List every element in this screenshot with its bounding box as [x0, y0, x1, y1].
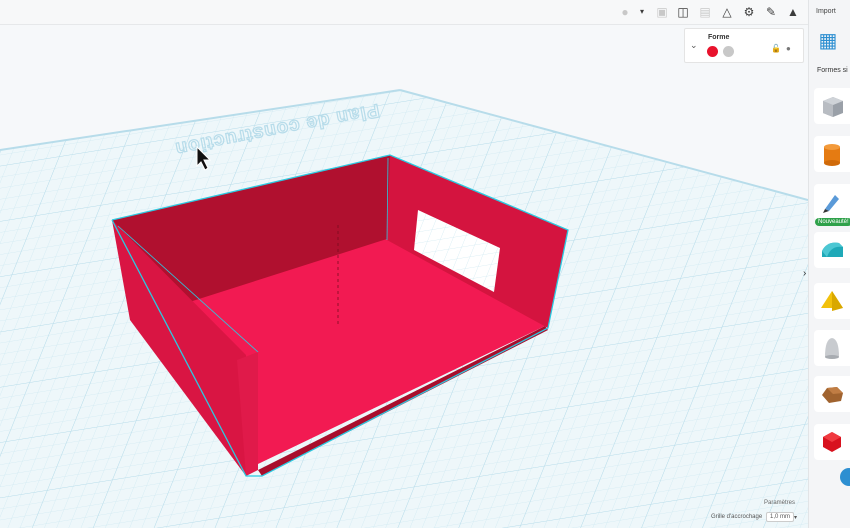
top-toolbar: ● ▾ ▣ ◫ ▤ △ ⚙ ✎ ▲	[0, 0, 808, 25]
rock-shape-icon[interactable]	[814, 376, 850, 412]
paraboloid-shape-icon[interactable]	[814, 330, 850, 366]
scribble-shape-icon[interactable]	[814, 184, 850, 220]
chevron-down-icon[interactable]: ⌄	[690, 40, 698, 51]
lightbulb-icon[interactable]: ●	[617, 4, 633, 20]
grid-view-icon[interactable]: ▦	[817, 30, 839, 52]
roof-shape-icon[interactable]	[814, 232, 850, 268]
mirror-icon[interactable]: △	[719, 4, 735, 20]
shapes-category-label[interactable]: Formes si	[817, 67, 848, 74]
cruise-icon[interactable]: ⚙	[741, 4, 757, 20]
ungroup-icon[interactable]: ◫	[675, 4, 691, 20]
group-icon[interactable]: ▣	[654, 4, 670, 20]
lock-icon[interactable]: 🔓	[771, 44, 781, 53]
polyhedron-shape-icon[interactable]	[814, 424, 850, 460]
box-shape-icon[interactable]	[814, 88, 850, 124]
align-icon[interactable]: ▤	[697, 4, 713, 20]
3d-viewport[interactable]: Plan de construction	[0, 0, 808, 528]
hole-color-swatch[interactable]	[723, 46, 734, 57]
ruler-icon[interactable]: ✎	[763, 4, 779, 20]
pyramid-shape-icon[interactable]	[814, 283, 850, 319]
snap-grid-label: Grille d'accrochage	[711, 514, 763, 520]
workplane-icon[interactable]: ▲	[785, 4, 801, 20]
snap-grid-select[interactable]: 1,0 mm	[766, 512, 795, 522]
solid-color-swatch[interactable]	[707, 46, 718, 57]
chevron-right-icon[interactable]: ›	[803, 268, 806, 279]
shape-inspector-panel: ⌄ Forme 🔓 ●	[684, 28, 804, 63]
chevron-down-icon[interactable]: ▾	[794, 514, 797, 521]
lightbulb-icon[interactable]: ●	[786, 44, 791, 53]
cylinder-shape-icon[interactable]	[814, 136, 850, 172]
new-badge: Nouveauté!	[815, 218, 850, 226]
import-button[interactable]: Import	[816, 8, 836, 15]
inspector-title: Forme	[708, 34, 730, 41]
settings-link[interactable]: Paramètres	[764, 500, 795, 506]
dropdown-arrow-icon[interactable]: ▾	[634, 4, 650, 20]
workplane-scene[interactable]: Plan de construction	[0, 0, 808, 528]
